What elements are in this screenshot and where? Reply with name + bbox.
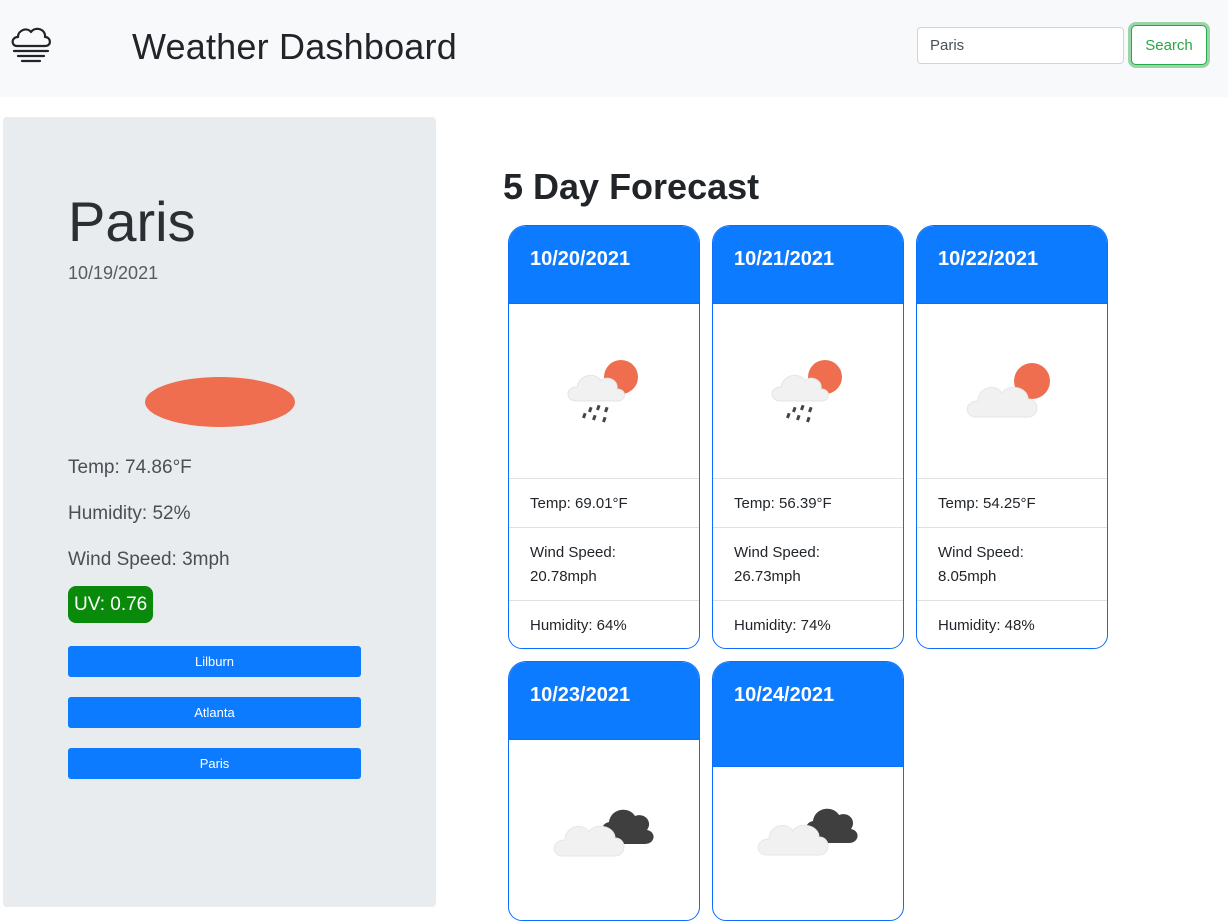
forecast-wind-value: 26.73mph — [734, 568, 801, 585]
rain-sun-cloud-icon — [567, 360, 638, 423]
current-date: 10/19/2021 — [68, 263, 159, 283]
forecast-date: 10/20/2021 — [509, 226, 699, 304]
forecast-image-area — [713, 767, 903, 920]
forecast-card: 10/21/2021 Temp: 56.39°F Wind Speed: 26.… — [712, 225, 904, 649]
history-button-paris[interactable]: Paris — [68, 748, 361, 779]
forecast-date: 10/21/2021 — [713, 226, 903, 304]
forecast-wind-label: Wind Speed: — [734, 544, 820, 561]
forecast-date: 10/23/2021 — [509, 662, 699, 740]
dark-cloud-icon — [553, 809, 654, 856]
forecast-date: 10/24/2021 — [713, 662, 903, 767]
current-humidity: Humidity: 52% — [68, 503, 191, 524]
page-title: Weather Dashboard — [132, 26, 457, 67]
forecast-humidity: Humidity: 48% — [938, 617, 1035, 634]
forecast-card: 10/24/2021 — [712, 661, 904, 921]
uv-badge: UV: 0.76 — [68, 586, 154, 623]
forecast-card: 10/20/2021 Temp: 69.01°F Wind Speed: 20.… — [508, 225, 700, 649]
navbar: Weather Dashboard Search — [0, 0, 1228, 97]
forecast-card: 10/23/2021 — [508, 661, 700, 921]
forecast-card: 10/22/2021 Temp: 54.25°F Wind Speed: 8.0… — [916, 225, 1108, 649]
weather-icon — [145, 377, 295, 427]
forecast-wind: Wind Speed: 8.05mph — [917, 528, 1107, 601]
forecast-wind: Wind Speed: 20.78mph — [509, 528, 699, 601]
history-button-lilburn[interactable]: Lilburn — [68, 646, 361, 677]
forecast-wind: Wind Speed: 26.73mph — [713, 528, 903, 601]
forecast-temp: Temp: 56.39°F — [713, 479, 903, 528]
city-name: Paris — [68, 190, 196, 253]
history-button-atlanta[interactable]: Atlanta — [68, 697, 361, 728]
forecast-temp: Temp: 54.25°F — [917, 479, 1107, 528]
dark-cloud-icon — [757, 808, 858, 856]
current-wind: Wind Speed: 3mph — [68, 549, 230, 570]
forecast-humidity: Humidity: 74% — [734, 617, 831, 634]
fog-cloud-icon — [11, 27, 51, 63]
search-input[interactable] — [917, 27, 1124, 64]
search-button[interactable]: Search — [1131, 25, 1207, 65]
rain-sun-cloud-icon — [771, 360, 842, 423]
forecast-image-area — [713, 304, 903, 479]
forecast-humidity: Humidity: 64% — [530, 617, 627, 634]
forecast-image-area — [917, 304, 1107, 479]
forecast-date: 10/22/2021 — [917, 226, 1107, 304]
forecast-temp: Temp: 69.01°F — [509, 479, 699, 528]
current-temp: Temp: 74.86°F — [68, 457, 192, 478]
forecast-wind-value: 8.05mph — [938, 568, 997, 585]
forecast-image-area — [509, 304, 699, 479]
forecast-wind-label: Wind Speed: — [530, 544, 616, 561]
forecast-image-area — [509, 740, 699, 915]
forecast-title: 5 Day Forecast — [503, 166, 760, 207]
forecast-wind-label: Wind Speed: — [938, 544, 1024, 561]
forecast-wind-value: 20.78mph — [530, 568, 597, 585]
current-weather-panel: Paris 10/19/2021 Temp: 74.86°F Humidity:… — [3, 117, 436, 907]
sun-cloud-icon — [966, 363, 1050, 418]
